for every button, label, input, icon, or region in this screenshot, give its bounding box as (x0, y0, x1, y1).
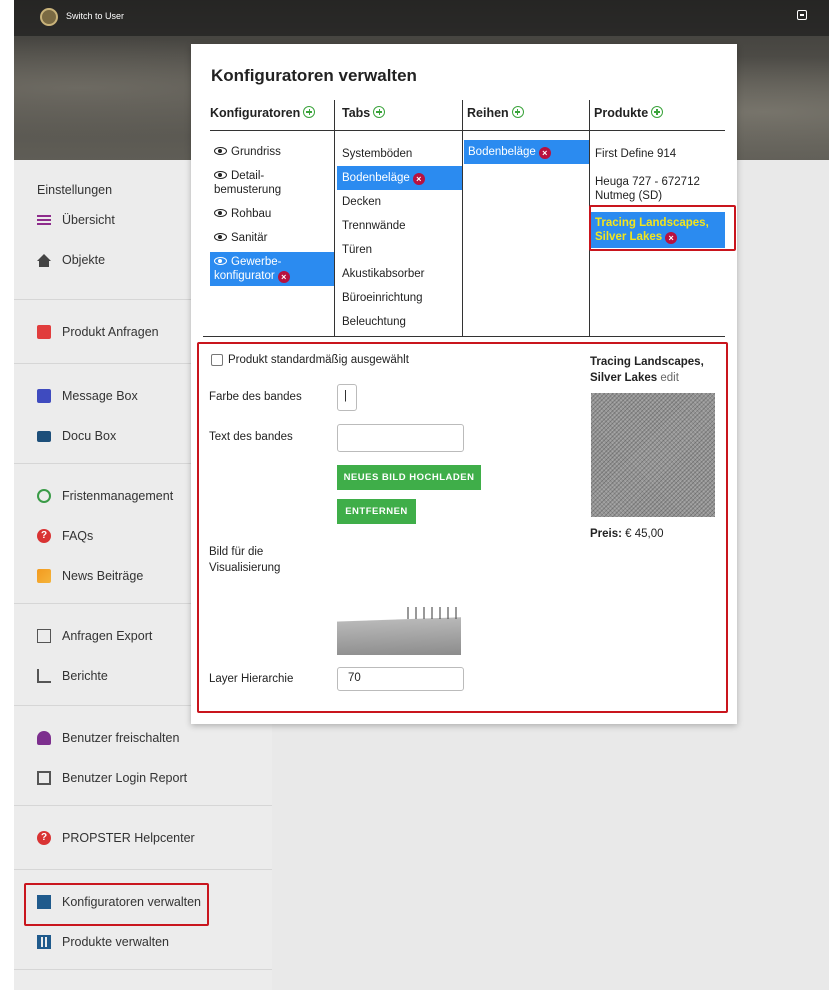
logout-icon[interactable] (797, 10, 807, 20)
help-icon: ? (37, 529, 51, 543)
eye-icon[interactable] (214, 171, 227, 179)
folder-icon (37, 430, 51, 442)
delete-icon[interactable]: × (538, 147, 551, 159)
rss-icon (37, 569, 51, 583)
divider (203, 336, 725, 337)
column-header-label: Tabs (342, 106, 371, 120)
column-header: Tabs (334, 100, 462, 130)
column-header: Produkte (589, 100, 725, 130)
add-icon[interactable] (303, 106, 316, 118)
sidebar-item-label: News Beiträge (62, 569, 144, 583)
message-icon (37, 389, 51, 403)
clock-icon (37, 489, 51, 503)
list-item[interactable]: Grundriss (210, 142, 334, 162)
help-icon: ? (37, 831, 51, 845)
sidebar-item-label: Produkte verwalten (62, 935, 170, 949)
sidebar-item-label: Benutzer Login Report (62, 771, 188, 785)
add-icon[interactable] (651, 106, 664, 118)
list-item[interactable]: Decken (337, 190, 462, 214)
highlight-box-form (197, 342, 728, 713)
divider (334, 130, 462, 131)
export-icon (37, 629, 51, 643)
add-icon[interactable] (511, 106, 524, 118)
column-header-label: Reihen (467, 106, 509, 120)
column-konfiguratoren: Konfiguratoren Grundriss Detail-bemuster… (210, 100, 334, 336)
list-icon (37, 325, 51, 339)
list-item[interactable]: Rohbau (210, 204, 334, 224)
sidebar-item-label: Produkt Anfragen (62, 325, 159, 339)
column-header: Reihen (462, 100, 589, 130)
delete-icon[interactable]: × (277, 271, 290, 283)
list-item[interactable]: Büroeinrichtung (337, 286, 462, 310)
list-item-selected[interactable]: Gewerbe-konfigurator × (210, 252, 334, 286)
sidebar-item-produkte[interactable]: Produkte verwalten (14, 922, 272, 962)
list-item-selected[interactable]: Bodenbeläge × (464, 140, 589, 164)
sidebar-item-label: Anfragen Export (62, 629, 153, 643)
sidebar-item-login-report[interactable]: Benutzer Login Report (14, 758, 272, 798)
list-item[interactable]: Systemböden (337, 142, 462, 166)
sidebar-item-label: FAQs (62, 529, 94, 543)
highlight-box-product (589, 205, 736, 251)
item-label: Bodenbeläge (468, 146, 536, 158)
list-item[interactable]: Trennwände (337, 214, 462, 238)
sidebar-item-label: Fristenmanagement (62, 489, 174, 503)
sidebar-item-helpcenter[interactable]: ? PROPSTER Helpcenter (14, 818, 272, 858)
report-icon (37, 771, 51, 785)
divider (210, 130, 334, 131)
list-item[interactable]: Türen (337, 238, 462, 262)
sidebar-item-label: Berichte (62, 669, 108, 683)
delete-icon[interactable]: × (412, 173, 425, 185)
list-item-selected[interactable]: Bodenbeläge × (337, 166, 462, 190)
sidebar-item-label: Übersicht (62, 213, 115, 227)
eye-icon[interactable] (214, 233, 227, 241)
eye-icon[interactable] (214, 257, 227, 265)
switch-to-user-link[interactable]: Switch to User (66, 11, 124, 21)
sidebar-item-label: PROPSTER Helpcenter (62, 831, 195, 845)
list-item[interactable]: Heuga 727 - 672712 Nutmeg (SD) (591, 172, 725, 206)
list-item[interactable]: First Define 914 (591, 144, 725, 164)
panel-title: Konfiguratoren verwalten (211, 66, 417, 85)
add-icon[interactable] (373, 106, 386, 118)
eye-icon[interactable] (214, 209, 227, 217)
column-reihen: Reihen Bodenbeläge × (462, 100, 589, 336)
item-label: Grundriss (231, 146, 281, 158)
divider (462, 130, 589, 131)
item-label: Sanitär (231, 232, 268, 244)
eye-icon[interactable] (214, 147, 227, 155)
sidebar-item-label: Docu Box (62, 429, 117, 443)
column-header-label: Produkte (594, 106, 649, 120)
column-header: Konfiguratoren (210, 100, 334, 130)
list-item[interactable]: Beleuchtung (337, 310, 462, 334)
chart-icon (37, 669, 51, 683)
sidebar-item-benutzer-freischalten[interactable]: Benutzer freischalten (14, 718, 272, 758)
grid-icon (37, 935, 51, 949)
menu-icon (37, 215, 51, 225)
highlight-box-sidebar (24, 883, 209, 926)
user-icon (37, 731, 51, 745)
sidebar-item-label: Objekte (62, 253, 106, 267)
divider (589, 130, 725, 131)
column-header-label: Konfiguratoren (210, 106, 301, 120)
home-icon (37, 253, 51, 267)
item-label: Rohbau (231, 208, 272, 220)
list-item[interactable]: Sanitär (210, 228, 334, 248)
logo-icon[interactable] (40, 8, 58, 26)
column-tabs: Tabs Systemböden Bodenbeläge × Decken Tre… (334, 100, 462, 336)
sidebar-item-label: Message Box (62, 389, 138, 403)
list-item[interactable]: Akustikabsorber (337, 262, 462, 286)
list-item[interactable]: Detail-bemusterung (210, 166, 334, 200)
sidebar-item-label: Benutzer freischalten (62, 731, 180, 745)
sidebar-group-help: ? PROPSTER Helpcenter (14, 806, 272, 870)
item-label: Bodenbeläge (342, 172, 410, 184)
top-bar: Switch to User (14, 0, 829, 36)
